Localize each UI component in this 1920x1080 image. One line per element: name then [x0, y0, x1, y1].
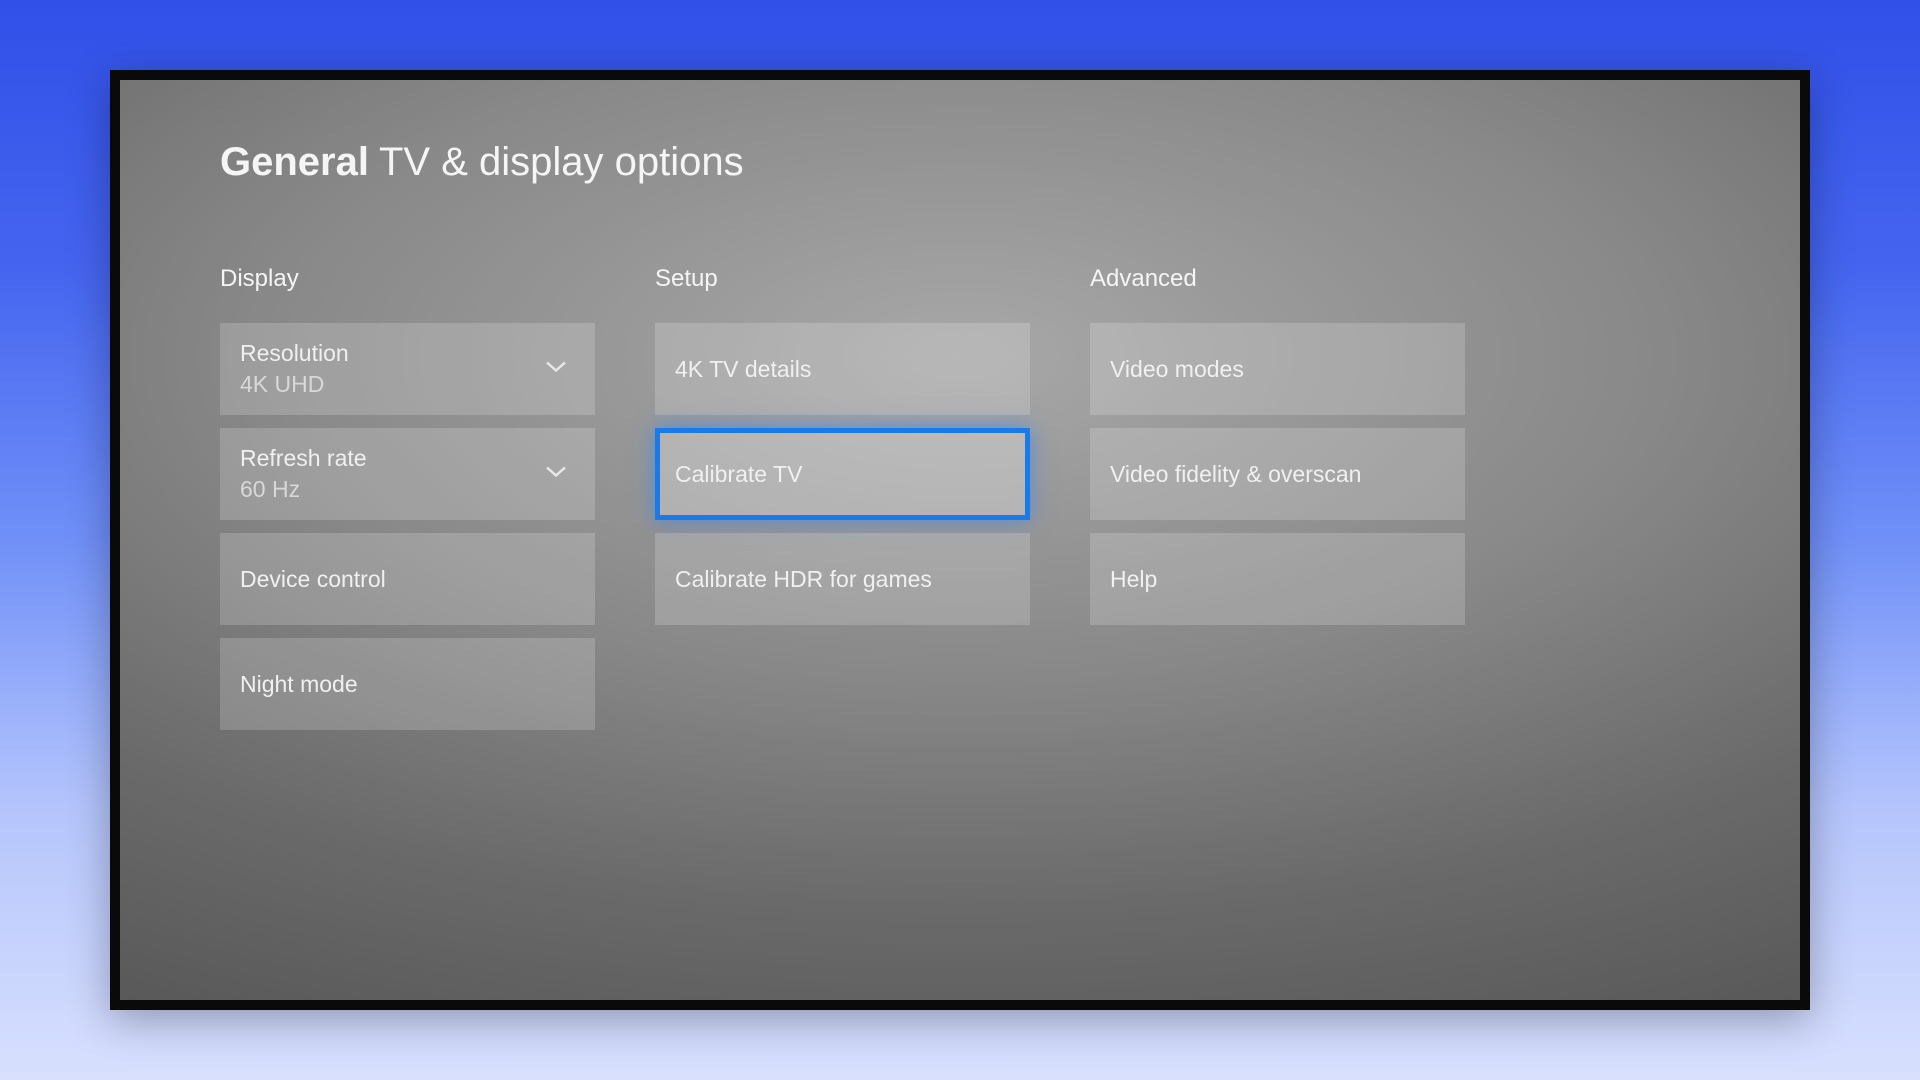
option-video-modes[interactable]: Video modes	[1090, 323, 1465, 415]
option-resolution-value: 4K UHD	[240, 371, 324, 398]
option-help[interactable]: Help	[1090, 533, 1465, 625]
tv-frame: General TV & display options Display Res…	[110, 70, 1810, 1010]
option-refresh-rate[interactable]: Refresh rate 60 Hz	[220, 428, 595, 520]
option-list-display: Resolution 4K UHD Refresh rate 60 Hz	[220, 323, 595, 730]
option-video-modes-label: Video modes	[1110, 356, 1244, 383]
option-calibrate-hdr-label: Calibrate HDR for games	[675, 566, 932, 593]
chevron-down-icon	[545, 360, 567, 379]
column-header-display: Display	[220, 265, 595, 293]
chevron-down-icon	[545, 465, 567, 484]
option-4k-tv-details-label: 4K TV details	[675, 356, 811, 383]
option-resolution-label: Resolution	[240, 340, 349, 367]
option-calibrate-hdr[interactable]: Calibrate HDR for games	[655, 533, 1030, 625]
breadcrumb: General TV & display options	[220, 140, 1700, 185]
settings-columns: Display Resolution 4K UHD Refresh rate 6…	[220, 265, 1700, 730]
option-night-mode-label: Night mode	[240, 671, 358, 698]
column-header-advanced: Advanced	[1090, 265, 1465, 293]
breadcrumb-section: General	[220, 140, 369, 185]
column-setup: Setup 4K TV details Calibrate TV Calibra…	[655, 265, 1030, 730]
option-refresh-rate-label: Refresh rate	[240, 445, 367, 472]
option-refresh-rate-value: 60 Hz	[240, 476, 300, 503]
option-resolution[interactable]: Resolution 4K UHD	[220, 323, 595, 415]
option-4k-tv-details[interactable]: 4K TV details	[655, 323, 1030, 415]
option-calibrate-tv-label: Calibrate TV	[675, 461, 802, 488]
option-list-setup: 4K TV details Calibrate TV Calibrate HDR…	[655, 323, 1030, 625]
option-list-advanced: Video modes Video fidelity & overscan He…	[1090, 323, 1465, 625]
column-advanced: Advanced Video modes Video fidelity & ov…	[1090, 265, 1465, 730]
option-night-mode[interactable]: Night mode	[220, 638, 595, 730]
option-calibrate-tv[interactable]: Calibrate TV	[655, 428, 1030, 520]
option-video-fidelity-overscan[interactable]: Video fidelity & overscan	[1090, 428, 1465, 520]
option-device-control-label: Device control	[240, 566, 386, 593]
option-device-control[interactable]: Device control	[220, 533, 595, 625]
option-help-label: Help	[1110, 566, 1157, 593]
breadcrumb-page: TV & display options	[379, 140, 744, 185]
column-display: Display Resolution 4K UHD Refresh rate 6…	[220, 265, 595, 730]
column-header-setup: Setup	[655, 265, 1030, 293]
settings-screen: General TV & display options Display Res…	[120, 80, 1800, 1000]
option-video-fidelity-overscan-label: Video fidelity & overscan	[1110, 461, 1361, 488]
